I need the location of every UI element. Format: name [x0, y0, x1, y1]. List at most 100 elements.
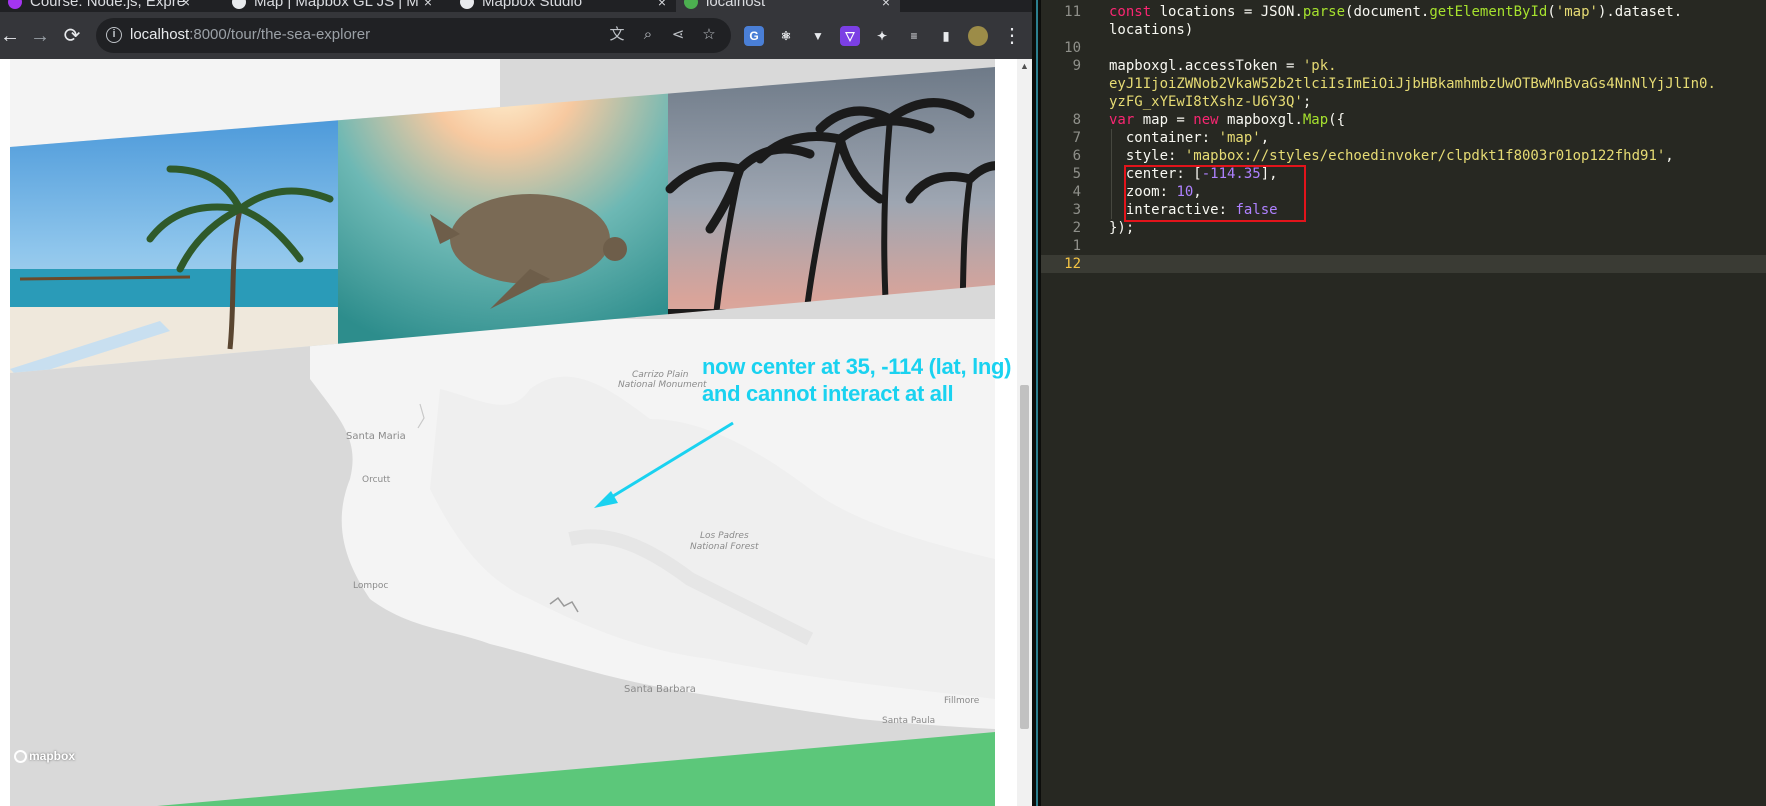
line-number: 2 [1072, 220, 1081, 236]
code-editor[interactable]: 11 const locations = JSON.parse(document.… [1041, 0, 1766, 806]
code-token: 'map' [1218, 130, 1261, 146]
google-translate-icon[interactable]: G [744, 26, 764, 46]
translate-icon[interactable]: 文 [607, 25, 627, 45]
close-icon[interactable]: × [424, 0, 432, 12]
scroll-up-arrow-icon[interactable]: ▲ [1020, 61, 1029, 71]
udemy-icon [8, 0, 22, 9]
code-token: ( [1547, 4, 1556, 20]
line-number: 10 [1064, 40, 1081, 56]
menu-icon[interactable]: ⋮ [1000, 24, 1024, 48]
code-token: ({ [1328, 112, 1346, 128]
line-number: 1 [1072, 238, 1081, 254]
code-token: ; [1302, 94, 1312, 110]
tour-photo-strip [10, 59, 995, 373]
divider-line [1036, 0, 1038, 806]
annotation-text: now center at 35, -114 (lat, lng) and ca… [702, 353, 1011, 407]
share-icon[interactable]: ⋖ [668, 25, 688, 45]
zoom-icon[interactable]: ⌕ [638, 25, 658, 45]
code-token: getElementById [1429, 4, 1548, 20]
code-text: yzFG_xYEwI8tXshz-U6Y3Q'; [1109, 93, 1311, 111]
code-text: var map = new mapboxgl.Map({ [1109, 111, 1345, 129]
localhost-icon [684, 0, 698, 9]
code-line[interactable]: eyJ1IjoiZWNob2VkaW52b2tlciIsImEiOiJjbHBk… [1041, 75, 1766, 93]
code-line[interactable]: 10 [1041, 39, 1766, 57]
code-text: style: 'mapbox://styles/echoedinvoker/cl… [1109, 147, 1674, 165]
proton-vpn-icon[interactable]: ▽ [840, 26, 860, 46]
tab-mapbox-studio[interactable]: Mapbox Studio × [452, 0, 676, 12]
code-line[interactable]: 7 container: 'map', [1041, 129, 1766, 147]
map-label-lompoc: Lompoc [353, 581, 389, 591]
mapbox-studio-icon [460, 0, 474, 9]
map-label-national-monument: National Monument [618, 380, 707, 390]
side-panel-icon[interactable]: ▮ [936, 26, 956, 46]
media-queue-icon[interactable]: ≡ [904, 26, 924, 46]
code-line[interactable]: locations) [1041, 21, 1766, 39]
reload-button[interactable]: ⟳ [60, 24, 84, 48]
react-devtools-icon[interactable]: ⚛ [776, 26, 796, 46]
code-line[interactable]: 8 var map = new mapboxgl.Map({ [1041, 111, 1766, 129]
code-line[interactable]: yzFG_xYEwI8tXshz-U6Y3Q'; [1041, 93, 1766, 111]
forward-button[interactable]: → [28, 24, 52, 48]
close-icon[interactable]: × [882, 0, 890, 12]
code-line[interactable]: 6 style: 'mapbox://styles/echoedinvoker/… [1041, 147, 1766, 165]
tour-page: Santa Maria Orcutt Lompoc Los Padres Nat… [0, 59, 1017, 806]
extensions-puzzle-icon[interactable]: ✦ [872, 26, 892, 46]
window-divider[interactable] [1032, 0, 1041, 806]
close-icon[interactable]: × [182, 0, 190, 12]
bookmark-star-icon[interactable]: ☆ [699, 25, 719, 45]
tab-title: localhost [706, 0, 766, 10]
tab-localhost[interactable]: localhost × [676, 0, 900, 12]
code-text: locations) [1109, 21, 1193, 39]
line-number: 8 [1072, 112, 1081, 128]
close-icon[interactable]: × [658, 0, 666, 12]
code-text: const locations = JSON.parse(document.ge… [1109, 3, 1682, 21]
code-token: 'pk. [1302, 58, 1337, 74]
code-text: container: 'map', [1109, 129, 1269, 147]
code-token: new [1193, 112, 1228, 128]
line-number: 9 [1072, 58, 1081, 74]
address-bar[interactable]: i localhost:8000/tour/the-sea-explorer 文… [96, 18, 731, 53]
code-token: map = [1142, 112, 1194, 128]
code-token: container: [1109, 130, 1219, 146]
code-token: locations = JSON. [1159, 4, 1303, 20]
code-token: }); [1109, 220, 1135, 236]
vue-icon[interactable]: ▼ [808, 26, 828, 46]
line-number: 11 [1064, 4, 1081, 20]
palm-silhouette-photo [665, 67, 995, 373]
code-line[interactable]: 1 [1041, 237, 1766, 255]
code-token: , [1260, 130, 1270, 146]
profile-avatar[interactable] [968, 26, 988, 46]
info-icon[interactable]: i [106, 27, 122, 43]
mapbox-logo[interactable]: mapbox [14, 749, 75, 763]
line-number: 7 [1072, 130, 1081, 146]
code-token: ).dataset. [1597, 4, 1683, 20]
tab-mapbox-gl[interactable]: Map | Mapbox GL JS | M × [224, 0, 442, 12]
scrollbar-thumb[interactable] [1020, 385, 1029, 729]
code-line[interactable]: 11 const locations = JSON.parse(document.… [1041, 3, 1766, 21]
tab-course[interactable]: Course: Node.js, Expre × [0, 0, 200, 12]
code-token: eyJ1IjoiZWNob2VkaW52b2tlciIsImEiOiJjbHBk… [1109, 76, 1716, 92]
url-path: :8000/tour/the-sea-explorer [189, 26, 371, 43]
indent-guide [1111, 129, 1112, 219]
code-line[interactable]: 12 [1041, 255, 1766, 273]
code-text: eyJ1IjoiZWNob2VkaW52b2tlciIsImEiOiJjbHBk… [1109, 75, 1716, 93]
line-number: 5 [1072, 166, 1081, 182]
line-number: 4 [1072, 184, 1081, 200]
code-token: 'mapbox://styles/echoedinvoker/clpdkt1f8… [1184, 148, 1666, 164]
code-text: mapboxgl.accessToken = 'pk. [1109, 57, 1337, 75]
line-number: 3 [1072, 202, 1081, 218]
back-button[interactable]: ← [0, 24, 22, 48]
url-text[interactable]: localhost:8000/tour/the-sea-explorer [130, 26, 370, 43]
code-token: yzFG_xYEwI8tXshz-U6Y3Q' [1109, 94, 1303, 110]
browser-window: Course: Node.js, Expre × Map | Mapbox GL… [0, 0, 1032, 806]
mapbox-logo-text: mapbox [29, 749, 76, 763]
map-label-santa-barbara: Santa Barbara [624, 684, 696, 695]
code-token: locations) [1109, 22, 1194, 38]
code-token: style: [1109, 148, 1185, 164]
map-label-santa-paula: Santa Paula [882, 716, 936, 726]
code-line[interactable]: 9 mapboxgl.accessToken = 'pk. [1041, 57, 1766, 75]
page-scrollbar[interactable]: ▲ [1017, 59, 1032, 806]
mapbox-logo-icon [14, 749, 27, 763]
line-number: 12 [1064, 256, 1081, 272]
code-token: mapboxgl.accessToken = [1109, 58, 1303, 74]
